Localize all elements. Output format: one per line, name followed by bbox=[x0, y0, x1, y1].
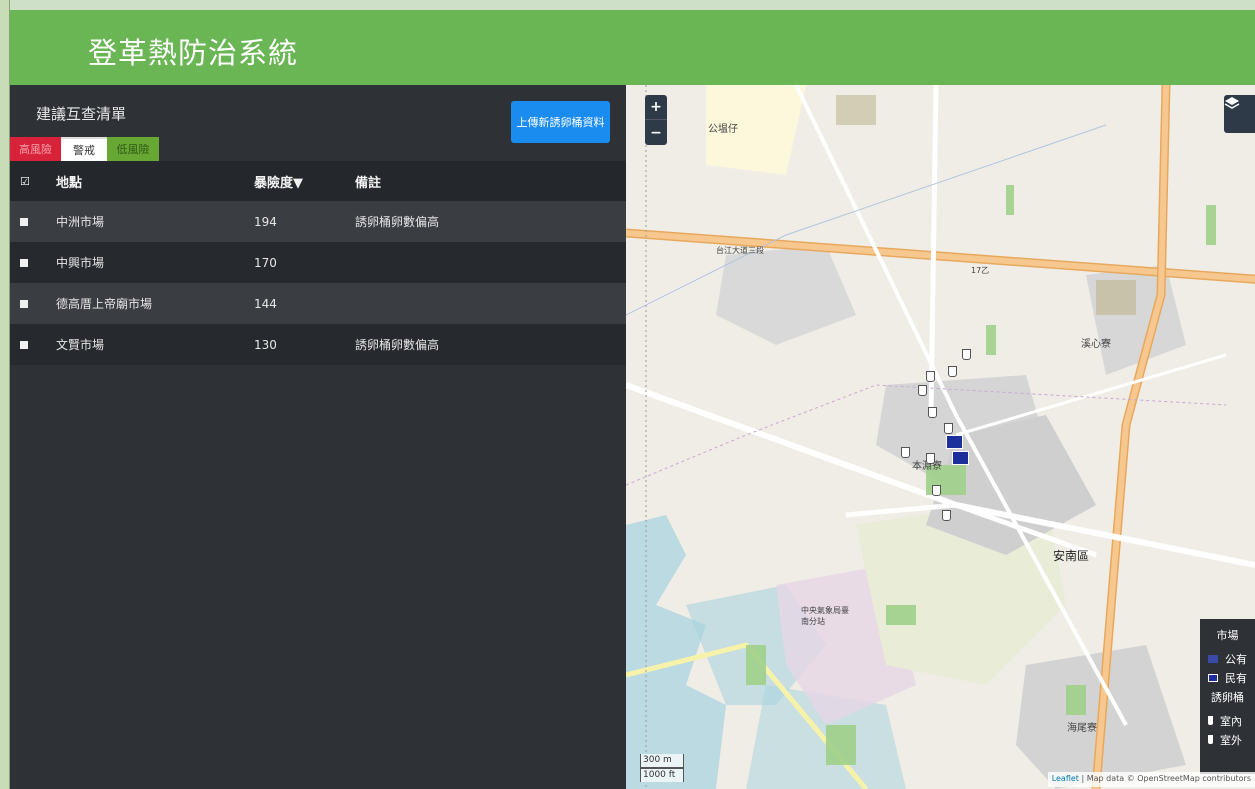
trap-marker[interactable] bbox=[932, 485, 941, 496]
row-checkbox[interactable] bbox=[20, 299, 28, 308]
map-scale: 300 m 1000 ft bbox=[640, 754, 684, 782]
row-risk: 130 bbox=[254, 337, 277, 352]
map-label-station: 中央氣象局臺南分站 bbox=[801, 606, 849, 626]
row-risk: 194 bbox=[254, 214, 277, 229]
attribution-text: | Map data © OpenStreetMap contributors bbox=[1078, 774, 1251, 783]
row-checkbox[interactable] bbox=[20, 258, 28, 267]
public-market-icon bbox=[1208, 654, 1218, 663]
tab-warning[interactable]: 警戒 bbox=[61, 137, 107, 161]
table-row[interactable]: 中興市場 170 bbox=[10, 242, 626, 283]
zoom-control: + − bbox=[645, 95, 667, 145]
trap-marker[interactable] bbox=[962, 349, 971, 360]
map-label-gongliao: 公塭仔 bbox=[708, 124, 738, 135]
leaflet-link[interactable]: Leaflet bbox=[1052, 774, 1079, 783]
map-attribution: Leaflet | Map data © OpenStreetMap contr… bbox=[1047, 772, 1255, 787]
indoor-trap-icon bbox=[1208, 716, 1213, 725]
trap-marker[interactable] bbox=[926, 453, 935, 464]
outdoor-trap-icon bbox=[1208, 735, 1213, 744]
app-title: 登革熱防治系統 bbox=[88, 36, 299, 70]
upload-trap-data-button[interactable]: 上傳新誘卵桶資料 bbox=[511, 101, 610, 143]
legend-indoor: 室內 bbox=[1200, 711, 1255, 730]
tab-high-risk[interactable]: 高風險 bbox=[10, 137, 61, 161]
map-label-road-taijiang: 台江大道三段 bbox=[716, 246, 764, 255]
map-label-xixin: 溪心寮 bbox=[1081, 339, 1111, 350]
row-checkbox[interactable] bbox=[20, 340, 28, 349]
legend-trap-title: 誘卵桶 bbox=[1211, 691, 1244, 704]
trap-marker[interactable] bbox=[928, 407, 937, 418]
trap-marker[interactable] bbox=[918, 385, 927, 396]
layers-icon bbox=[1224, 97, 1240, 109]
app-header: 登革熱防治系統 bbox=[10, 10, 1255, 85]
legend-private: 民有 bbox=[1200, 668, 1255, 687]
map-legend: 市場 公有 民有 誘卵桶 室內 室外 bbox=[1200, 619, 1255, 774]
trap-marker[interactable] bbox=[901, 447, 910, 458]
market-table: ☑ 地點 暴險度▼ 備註 中洲市場 194 誘卵桶卵數偏高 中興市場 170 德… bbox=[10, 161, 626, 365]
risk-tabs: 高風險 警戒 低風險 bbox=[10, 137, 159, 161]
select-all-checkbox[interactable]: ☑ bbox=[20, 175, 30, 188]
private-market-icon bbox=[1208, 673, 1218, 682]
legend-indoor-label: 室內 bbox=[1220, 714, 1242, 728]
legend-outdoor-label: 室外 bbox=[1220, 733, 1242, 747]
row-location: 中興市場 bbox=[56, 256, 105, 270]
row-checkbox[interactable] bbox=[20, 217, 28, 226]
legend-public: 公有 bbox=[1200, 649, 1255, 668]
column-header-note: 備註 bbox=[355, 175, 382, 191]
column-header-location: 地點 bbox=[56, 175, 83, 191]
table-row[interactable]: 中洲市場 194 誘卵桶卵數偏高 bbox=[10, 201, 626, 242]
layers-button[interactable] bbox=[1224, 95, 1255, 133]
trap-marker[interactable] bbox=[942, 510, 951, 521]
market-marker[interactable] bbox=[946, 435, 963, 449]
row-location: 中洲市場 bbox=[56, 215, 105, 229]
trap-marker[interactable] bbox=[944, 423, 953, 434]
row-note: 誘卵桶卵數偏高 bbox=[355, 338, 440, 352]
legend-outdoor: 室外 bbox=[1200, 730, 1255, 749]
map-label-road-17: 17乙 bbox=[971, 266, 990, 275]
map-label-district: 安南區 bbox=[1053, 549, 1090, 563]
trap-marker[interactable] bbox=[926, 371, 935, 382]
map-tiles bbox=[626, 85, 1255, 789]
row-risk: 170 bbox=[254, 255, 277, 270]
row-note: 誘卵桶卵數偏高 bbox=[355, 215, 440, 229]
zoom-in-button[interactable]: + bbox=[645, 95, 667, 120]
app-window: 登革熱防治系統 建議互查清單 上傳新誘卵桶資料 高風險 警戒 低風險 ☑ 地點 … bbox=[0, 0, 1255, 789]
market-marker[interactable] bbox=[952, 451, 969, 465]
row-risk: 144 bbox=[254, 296, 277, 311]
trap-marker[interactable] bbox=[948, 366, 957, 377]
recommendation-panel: 建議互查清單 上傳新誘卵桶資料 高風險 警戒 低風險 ☑ 地點 暴險度▼ 備註 … bbox=[10, 85, 626, 789]
zoom-out-button[interactable]: − bbox=[645, 120, 667, 145]
table-header-row: ☑ 地點 暴險度▼ 備註 bbox=[10, 161, 626, 201]
legend-public-label: 公有 bbox=[1225, 652, 1247, 666]
map-label-haiwei: 海尾寮 bbox=[1067, 723, 1097, 734]
table-row[interactable]: 德高厝上帝廟市場 144 bbox=[10, 283, 626, 324]
table-row[interactable]: 文賢市場 130 誘卵桶卵數偏高 bbox=[10, 324, 626, 365]
panel-title: 建議互查清單 bbox=[36, 105, 127, 123]
row-location: 德高厝上帝廟市場 bbox=[56, 297, 153, 311]
scale-imperial: 1000 ft bbox=[640, 768, 684, 782]
legend-private-label: 民有 bbox=[1225, 671, 1247, 685]
window-edge bbox=[0, 0, 10, 789]
row-location: 文賢市場 bbox=[56, 338, 105, 352]
tab-low-risk[interactable]: 低風險 bbox=[107, 137, 159, 161]
legend-market-title: 市場 bbox=[1216, 629, 1239, 642]
map-view[interactable]: 公塭仔 台江大道三段 17乙 溪心寮 本淵寮 安南區 中央氣象局臺南分站 海尾寮… bbox=[626, 85, 1255, 789]
scale-metric: 300 m bbox=[640, 754, 684, 768]
column-header-risk[interactable]: 暴險度▼ bbox=[254, 172, 355, 191]
